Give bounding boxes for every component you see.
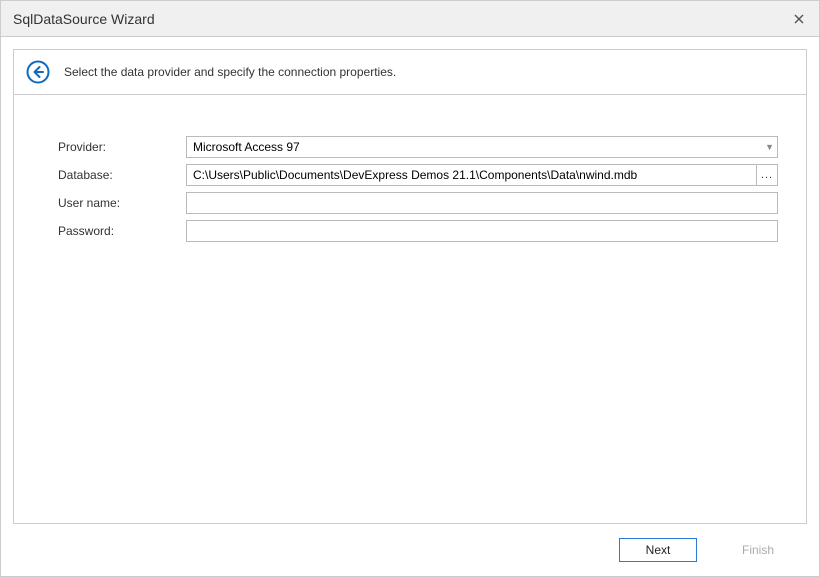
database-label: Database: <box>58 168 186 182</box>
username-row: User name: <box>58 191 778 215</box>
provider-row: Provider: ▼ <box>58 135 778 159</box>
database-row: Database: ... <box>58 163 778 187</box>
title-bar: SqlDataSource Wizard <box>1 1 819 37</box>
content-area: Provider: ▼ Database: ... User name: <box>13 95 807 524</box>
back-arrow-icon <box>26 60 50 84</box>
password-input[interactable] <box>186 220 778 242</box>
button-bar: Next Finish <box>1 524 819 576</box>
next-button[interactable]: Next <box>619 538 697 562</box>
username-label: User name: <box>58 196 186 210</box>
provider-label: Provider: <box>58 140 186 154</box>
close-icon <box>794 14 804 24</box>
wizard-window: SqlDataSource Wizard Select the data pro… <box>0 0 820 577</box>
back-button[interactable] <box>26 60 50 84</box>
database-browse-button[interactable]: ... <box>756 164 778 186</box>
provider-combo[interactable] <box>186 136 778 158</box>
database-input[interactable] <box>186 164 756 186</box>
window-title: SqlDataSource Wizard <box>13 11 155 27</box>
password-label: Password: <box>58 224 186 238</box>
close-button[interactable] <box>789 9 809 29</box>
instruction-text: Select the data provider and specify the… <box>64 65 396 79</box>
finish-button: Finish <box>719 538 797 562</box>
password-row: Password: <box>58 219 778 243</box>
username-input[interactable] <box>186 192 778 214</box>
instruction-bar: Select the data provider and specify the… <box>13 49 807 95</box>
